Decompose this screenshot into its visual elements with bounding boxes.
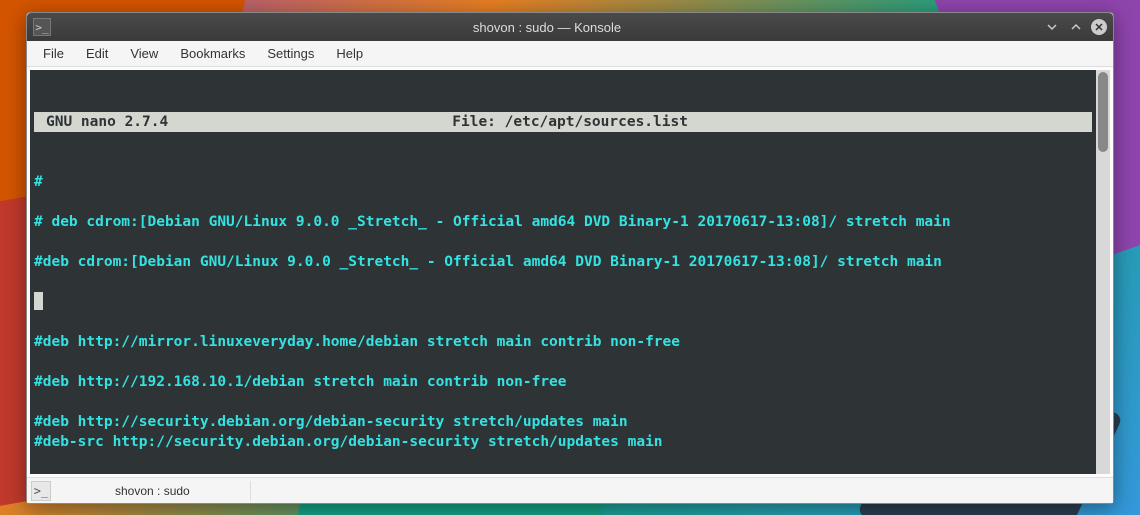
maximize-button[interactable]: [1067, 18, 1085, 36]
tab-bar: >_ shovon : sudo: [27, 477, 1113, 503]
menu-edit[interactable]: Edit: [76, 43, 118, 64]
editor-line: [34, 192, 1092, 212]
editor-line: #deb http://security.debian.org/debian-s…: [34, 412, 1092, 432]
editor-line: [34, 312, 1092, 332]
app-icon: >_: [33, 18, 51, 36]
editor-line: #deb http://mirror.linuxeveryday.home/de…: [34, 332, 1092, 352]
nano-version: GNU nano 2.7.4: [34, 112, 168, 132]
window-titlebar[interactable]: >_ shovon : sudo — Konsole: [27, 13, 1113, 41]
menu-settings[interactable]: Settings: [257, 43, 324, 64]
editor-line: [34, 272, 1092, 292]
scrollbar-thumb[interactable]: [1098, 72, 1108, 152]
terminal-container: GNU nano 2.7.4 File: /etc/apt/sources.li…: [30, 70, 1110, 474]
editor-line: [34, 292, 1092, 312]
chevron-down-icon: [1046, 21, 1058, 33]
menubar: File Edit View Bookmarks Settings Help: [27, 41, 1113, 67]
editor-line: #: [34, 172, 1092, 192]
window-controls: [1043, 18, 1107, 36]
editor-line: #deb cdrom:[Debian GNU/Linux 9.0.0 _Stre…: [34, 252, 1092, 272]
tab-active[interactable]: shovon : sudo: [55, 481, 251, 501]
editor-line: [34, 352, 1092, 372]
menu-help[interactable]: Help: [326, 43, 373, 64]
close-icon: [1094, 22, 1104, 32]
window-title: shovon : sudo — Konsole: [51, 20, 1043, 35]
menu-bookmarks[interactable]: Bookmarks: [170, 43, 255, 64]
konsole-window: >_ shovon : sudo — Konsole File Edit Vie…: [26, 12, 1114, 504]
editor-line: #deb-src http://security.debian.org/debi…: [34, 432, 1092, 452]
chevron-up-icon: [1070, 21, 1082, 33]
editor-line: #deb http://192.168.10.1/debian stretch …: [34, 372, 1092, 392]
menu-view[interactable]: View: [120, 43, 168, 64]
close-button[interactable]: [1091, 19, 1107, 35]
editor-line: [34, 392, 1092, 412]
new-tab-button[interactable]: >_: [31, 481, 51, 501]
minimize-button[interactable]: [1043, 18, 1061, 36]
nano-header: GNU nano 2.7.4 File: /etc/apt/sources.li…: [34, 112, 1092, 132]
terminal-scrollbar[interactable]: [1096, 70, 1110, 474]
text-cursor: [34, 292, 43, 310]
terminal[interactable]: GNU nano 2.7.4 File: /etc/apt/sources.li…: [30, 70, 1096, 474]
nano-editor-body[interactable]: # # deb cdrom:[Debian GNU/Linux 9.0.0 _S…: [34, 172, 1092, 472]
menu-file[interactable]: File: [33, 43, 74, 64]
nano-file: File: /etc/apt/sources.list: [168, 112, 1092, 132]
editor-line: # deb cdrom:[Debian GNU/Linux 9.0.0 _Str…: [34, 212, 1092, 232]
editor-line: [34, 232, 1092, 252]
